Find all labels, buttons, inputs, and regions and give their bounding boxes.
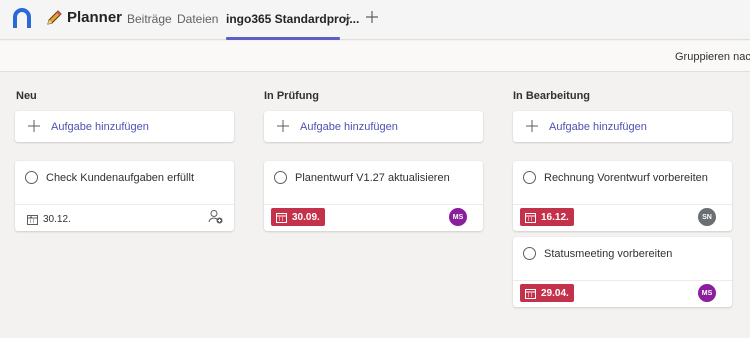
complete-task-checkbox[interactable] (25, 171, 38, 184)
plus-icon (277, 120, 289, 132)
due-date-overdue: 16.12. (520, 208, 574, 226)
due-date: 30.12. (27, 211, 71, 227)
calendar-icon (27, 214, 38, 225)
due-date-overdue: 30.09. (271, 208, 325, 226)
avatar[interactable]: MS (698, 284, 716, 302)
add-task-button-in-pruefung[interactable]: Aufgabe hinzufügen (264, 111, 483, 142)
add-task-label: Aufgabe hinzufügen (300, 121, 398, 133)
app-header: Planner Beiträge Dateien ingo365 Standar… (0, 0, 750, 40)
calendar-icon (525, 288, 536, 299)
app-title: Planner (67, 9, 123, 26)
due-date-text: 29.04. (541, 287, 569, 299)
task-card[interactable]: Rechnung Vorentwurf vorbereiten 16.12. S… (513, 161, 732, 231)
card-divider (15, 204, 234, 205)
due-date-overdue: 29.04. (520, 284, 574, 302)
planner-pencil-icon (47, 10, 62, 25)
task-card[interactable]: Planentwurf V1.27 aktualisieren 30.09. M… (264, 161, 483, 231)
due-date-text: 16.12. (541, 211, 569, 223)
card-divider (513, 204, 732, 205)
add-task-label: Aufgabe hinzufügen (51, 121, 149, 133)
task-card[interactable]: Check Kundenaufgaben erfüllt 30.12. (15, 161, 234, 231)
bucket-title-neu: Neu (16, 90, 37, 102)
avatar[interactable]: SN (698, 208, 716, 226)
due-date-text: 30.09. (292, 211, 320, 223)
complete-task-checkbox[interactable] (523, 247, 536, 260)
calendar-icon (525, 212, 536, 223)
avatar[interactable]: MS (449, 208, 467, 226)
tab-planner-board[interactable]: ingo365 Standardproj... (226, 12, 359, 26)
board-toolbar: Gruppieren nach (0, 41, 750, 72)
task-card[interactable]: Statusmeeting vorbereiten 29.04. MS (513, 237, 732, 307)
plus-icon (28, 120, 40, 132)
complete-task-checkbox[interactable] (523, 171, 536, 184)
active-tab-indicator (226, 37, 340, 40)
plus-icon (526, 120, 538, 132)
add-task-button-neu[interactable]: Aufgabe hinzufügen (15, 111, 234, 142)
app-logo-icon (13, 8, 31, 28)
task-title: Planentwurf V1.27 aktualisieren (295, 172, 450, 184)
chevron-down-icon[interactable] (343, 14, 352, 23)
task-title: Statusmeeting vorbereiten (544, 248, 673, 260)
add-task-label: Aufgabe hinzufügen (549, 121, 647, 133)
assign-person-icon[interactable] (208, 209, 223, 224)
card-divider (513, 280, 732, 281)
add-task-button-in-bearbeitung[interactable]: Aufgabe hinzufügen (513, 111, 732, 142)
due-date-text: 30.12. (43, 213, 71, 225)
task-title: Check Kundenaufgaben erfüllt (46, 172, 194, 184)
group-by-button[interactable]: Gruppieren nach (675, 51, 750, 63)
bucket-title-in-pruefung: In Prüfung (264, 90, 319, 102)
calendar-icon (276, 212, 287, 223)
add-tab-icon[interactable] (365, 10, 379, 24)
tab-beitraege[interactable]: Beiträge (127, 12, 172, 26)
complete-task-checkbox[interactable] (274, 171, 287, 184)
tab-dateien[interactable]: Dateien (177, 12, 218, 26)
task-title: Rechnung Vorentwurf vorbereiten (544, 172, 708, 184)
card-divider (264, 204, 483, 205)
bucket-title-in-bearbeitung: In Bearbeitung (513, 90, 591, 102)
